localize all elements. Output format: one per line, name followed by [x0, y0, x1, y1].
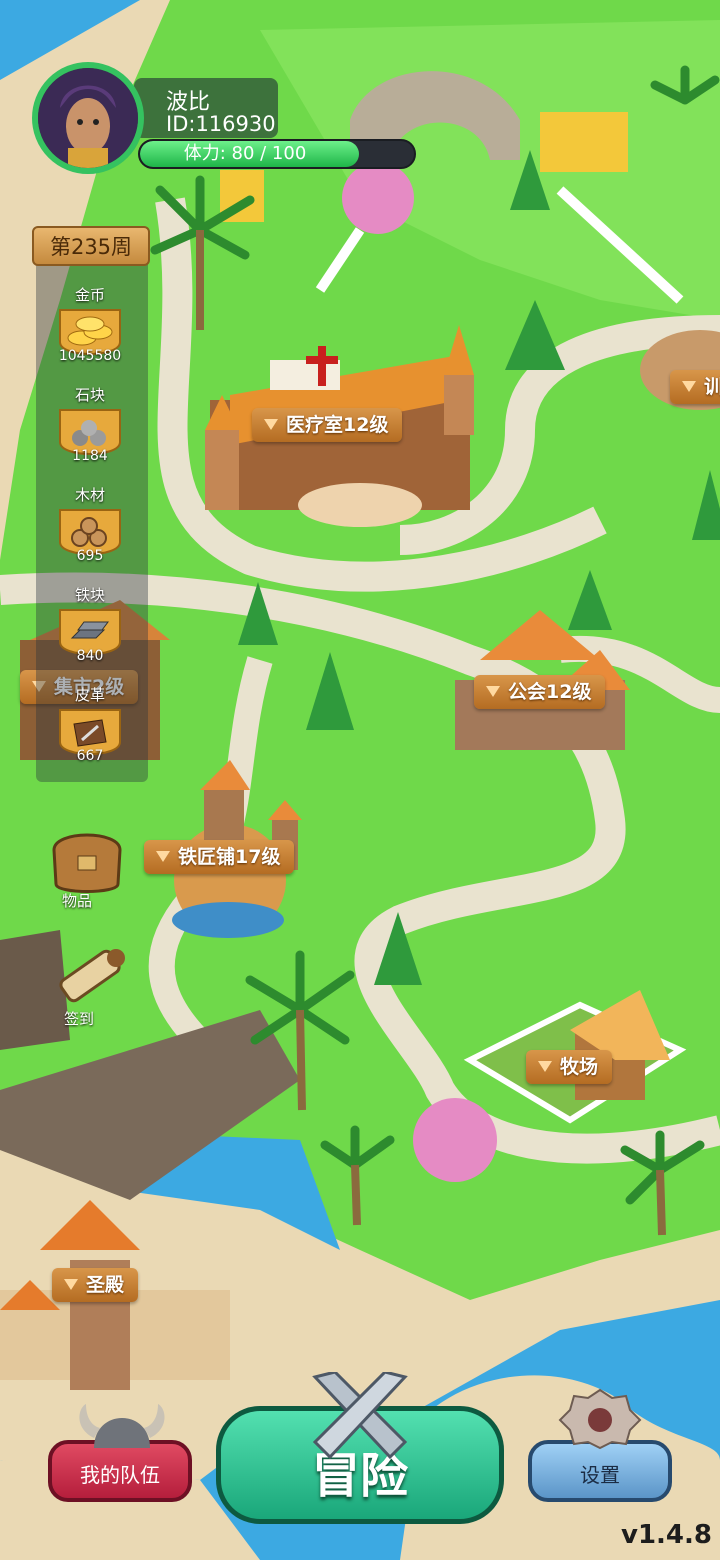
triangle-marker-icon: [264, 419, 278, 430]
blacksmith-label[interactable]: 铁匠铺17级: [144, 840, 295, 874]
temple-label-text: 圣殿: [86, 1274, 125, 1296]
guild-label-text: 公会12级: [508, 681, 592, 703]
player-avatar[interactable]: [32, 62, 144, 174]
triangle-marker-icon: [486, 686, 500, 697]
scroll-icon: [59, 949, 125, 1003]
triangle-marker-icon: [682, 381, 696, 392]
crossed-swords-icon: [312, 1372, 408, 1460]
resource-value: 1184: [72, 448, 108, 464]
checkin-button[interactable]: 签到: [44, 938, 134, 1028]
resource-value: 1045580: [58, 348, 122, 364]
triangle-marker-icon: [538, 1061, 552, 1072]
satchel-icon: [52, 833, 122, 893]
ranch-label-text: 牧场: [560, 1056, 599, 1078]
items-button[interactable]: 物品: [42, 820, 132, 910]
settings-label: 设置: [580, 1463, 620, 1487]
temple-label[interactable]: 圣殿: [52, 1268, 139, 1302]
player-id: ID:116930: [166, 112, 276, 136]
resource-wood[interactable]: 木材 695: [48, 486, 132, 580]
resource-value: 840: [76, 648, 104, 664]
resource-stone[interactable]: 石块 1184: [48, 386, 132, 480]
hero-portrait-icon: [38, 68, 138, 168]
items-label: 物品: [61, 892, 92, 910]
my-team-label: 我的队伍: [80, 1463, 160, 1487]
gear-icon: [558, 1388, 642, 1450]
triangle-marker-icon: [156, 851, 170, 862]
resource-leather[interactable]: 皮革 667: [48, 686, 132, 780]
stamina-text: 体力: 80 / 100: [183, 143, 307, 164]
week-sign: 第235周: [32, 226, 150, 266]
training-label-text: 训: [704, 376, 720, 398]
ranch-label[interactable]: 牧场: [526, 1050, 613, 1084]
resource-value: 695: [76, 548, 104, 564]
guild-label[interactable]: 公会12级: [474, 675, 606, 709]
triangle-marker-icon: [64, 1279, 78, 1290]
training-label[interactable]: 训: [670, 370, 720, 404]
version-text: v1.4.8: [621, 1520, 712, 1550]
viking-helmet-icon: [79, 1404, 165, 1448]
blacksmith-label-text: 铁匠铺17级: [178, 846, 281, 868]
checkin-label: 签到: [63, 1010, 94, 1028]
resource-value: 667: [76, 748, 104, 764]
resource-gold[interactable]: 金币 1045580: [48, 286, 132, 380]
resource-iron[interactable]: 铁块 840: [48, 586, 132, 680]
infirmary-label-text: 医疗室12级: [286, 414, 389, 436]
infirmary-label[interactable]: 医疗室12级: [252, 408, 403, 442]
